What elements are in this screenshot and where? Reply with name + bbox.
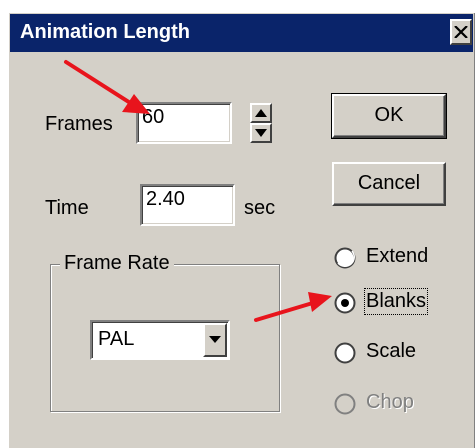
frame-rate-select[interactable]: PAL bbox=[90, 320, 230, 360]
title-bar: Animation Length bbox=[10, 14, 473, 52]
radio-extend[interactable]: Extend bbox=[334, 245, 464, 271]
radio-scale-circle bbox=[334, 342, 356, 364]
radio-extend-label: Extend bbox=[366, 245, 429, 267]
spin-up-button[interactable] bbox=[250, 103, 272, 123]
window-title: Animation Length bbox=[20, 21, 190, 43]
radio-blanks[interactable]: Blanks bbox=[334, 288, 464, 316]
dropdown-arrow-icon bbox=[209, 336, 221, 343]
close-icon bbox=[454, 26, 468, 38]
frame-rate-group-title: Frame Rate bbox=[60, 252, 174, 275]
spin-up-icon bbox=[255, 109, 267, 117]
radio-chop-label: Chop bbox=[366, 391, 414, 413]
close-button[interactable] bbox=[450, 19, 472, 45]
time-unit-label: sec bbox=[244, 197, 276, 219]
cancel-button[interactable]: Cancel bbox=[332, 162, 446, 206]
ok-button[interactable]: OK bbox=[331, 93, 447, 139]
frames-spinner[interactable] bbox=[250, 103, 272, 143]
spin-down-button[interactable] bbox=[250, 123, 272, 143]
frames-label: Frames bbox=[45, 113, 113, 135]
frame-rate-dropdown-button[interactable] bbox=[203, 323, 227, 357]
radio-scale-label: Scale bbox=[366, 340, 417, 362]
radio-scale[interactable]: Scale bbox=[334, 340, 464, 366]
radio-chop-circle bbox=[334, 393, 356, 415]
radio-extend-circle bbox=[334, 247, 356, 269]
radio-blanks-circle bbox=[334, 292, 356, 314]
spin-down-icon bbox=[255, 129, 267, 137]
frames-input[interactable]: 60 bbox=[136, 102, 232, 144]
radio-chop: Chop bbox=[334, 391, 464, 417]
time-label: Time bbox=[45, 197, 89, 219]
radio-blanks-label: Blanks bbox=[363, 288, 429, 315]
time-input[interactable]: 2.40 bbox=[140, 184, 235, 226]
frame-rate-value: PAL bbox=[98, 328, 135, 350]
